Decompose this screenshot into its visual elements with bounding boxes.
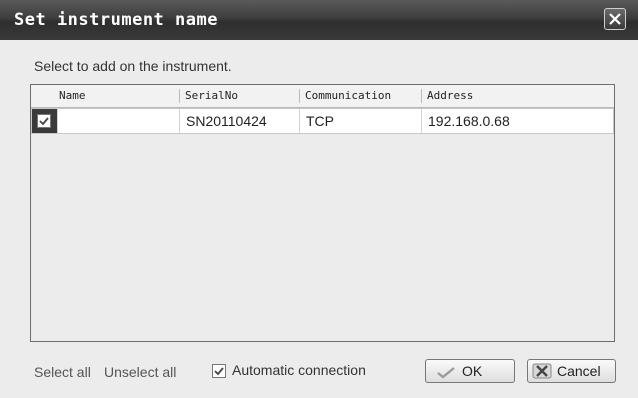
- instruction-text: Select to add on the instrument.: [34, 58, 232, 74]
- select-all-link[interactable]: Select all: [34, 364, 91, 380]
- row-selector[interactable]: [32, 109, 57, 133]
- unselect-all-link[interactable]: Unselect all: [104, 364, 176, 380]
- cancel-label: Cancel: [557, 363, 601, 379]
- column-header-serialno[interactable]: SerialNo: [179, 85, 299, 107]
- cell-serialno[interactable]: SN20110424: [179, 109, 299, 133]
- instrument-table: Name SerialNo Communication Address SN20…: [30, 84, 615, 342]
- checkmark-icon: [39, 117, 49, 126]
- cell-address[interactable]: 192.168.0.68: [421, 109, 613, 133]
- automatic-connection-label: Automatic connection: [232, 362, 366, 378]
- automatic-connection-checkbox[interactable]: [212, 364, 226, 378]
- dialog-title: Set instrument name: [14, 10, 218, 30]
- checkmark-icon: [214, 367, 224, 376]
- check-icon: [437, 367, 455, 379]
- cancel-x-icon: [532, 363, 552, 379]
- column-header-communication[interactable]: Communication: [299, 85, 421, 107]
- cell-communication[interactable]: TCP: [299, 109, 421, 133]
- row-checkbox[interactable]: [37, 114, 51, 128]
- close-button[interactable]: [604, 8, 626, 30]
- title-bar[interactable]: Set instrument name: [0, 0, 638, 40]
- cell-name[interactable]: [57, 109, 179, 133]
- table-row[interactable]: SN20110424 TCP 192.168.0.68: [31, 108, 614, 134]
- table-header: Name SerialNo Communication Address: [31, 85, 614, 108]
- ok-label: OK: [462, 363, 483, 379]
- column-header-address[interactable]: Address: [421, 85, 611, 107]
- column-header-name[interactable]: Name: [53, 85, 179, 107]
- cancel-button[interactable]: Cancel: [527, 359, 616, 383]
- ok-button[interactable]: OK: [425, 359, 515, 383]
- close-icon: [609, 13, 621, 25]
- set-instrument-name-dialog: Set instrument name Select to add on the…: [0, 0, 638, 398]
